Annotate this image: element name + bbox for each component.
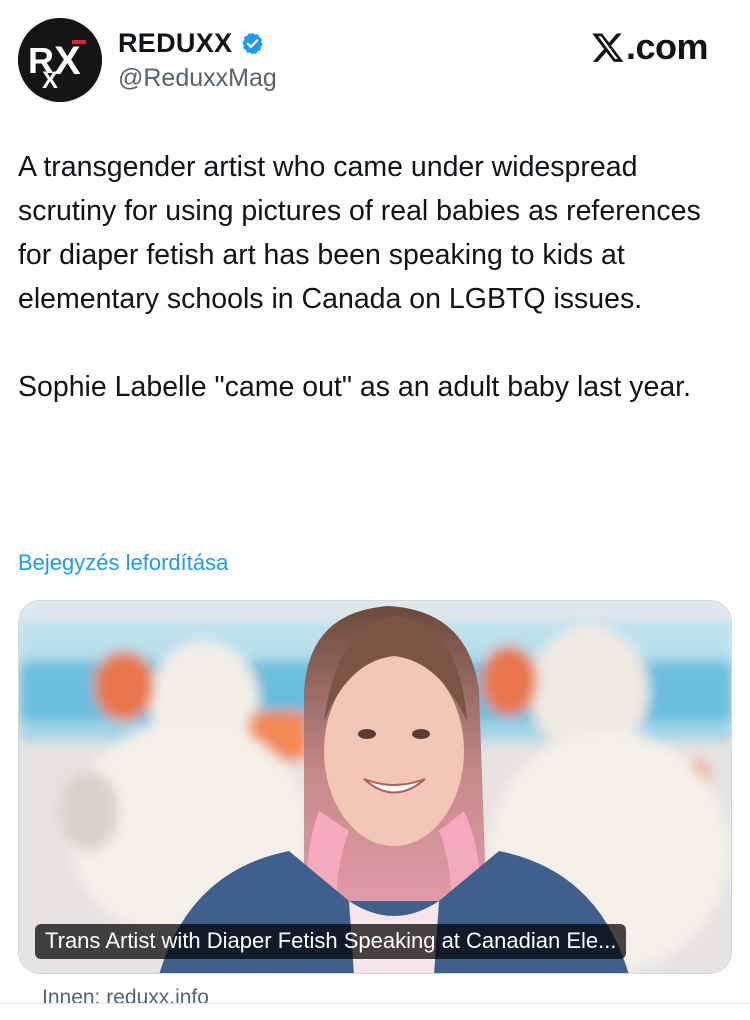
x-brand: .com [591, 26, 709, 68]
article-photo [19, 601, 731, 973]
avatar[interactable]: R X X [18, 18, 102, 102]
svg-text:X: X [42, 67, 58, 94]
name-row: REDUXX [118, 28, 265, 59]
card-title[interactable]: Trans Artist with Diaper Fetish Speaking… [35, 924, 627, 959]
tweet-text: A transgender artist who came under wide… [18, 151, 701, 403]
display-name[interactable]: REDUXX [118, 28, 232, 59]
svg-text:X: X [54, 39, 81, 83]
divider [0, 1003, 750, 1004]
brand-text: .com [625, 26, 709, 67]
user-handle[interactable]: @ReduxxMag [118, 64, 277, 93]
link-card[interactable]: Trans Artist with Diaper Fetish Speaking… [18, 600, 732, 974]
x-logo-icon [592, 33, 624, 62]
card-image[interactable] [19, 601, 731, 973]
translate-post-link[interactable]: Bejegyzés lefordítása [18, 550, 228, 576]
card-source[interactable]: Innen: reduxx.info [42, 986, 209, 1010]
verified-badge-icon [242, 32, 263, 55]
reduxx-logo-icon: R X X [18, 18, 102, 102]
tweet-header: R X X REDUXX @ReduxxMag .com [18, 18, 732, 102]
